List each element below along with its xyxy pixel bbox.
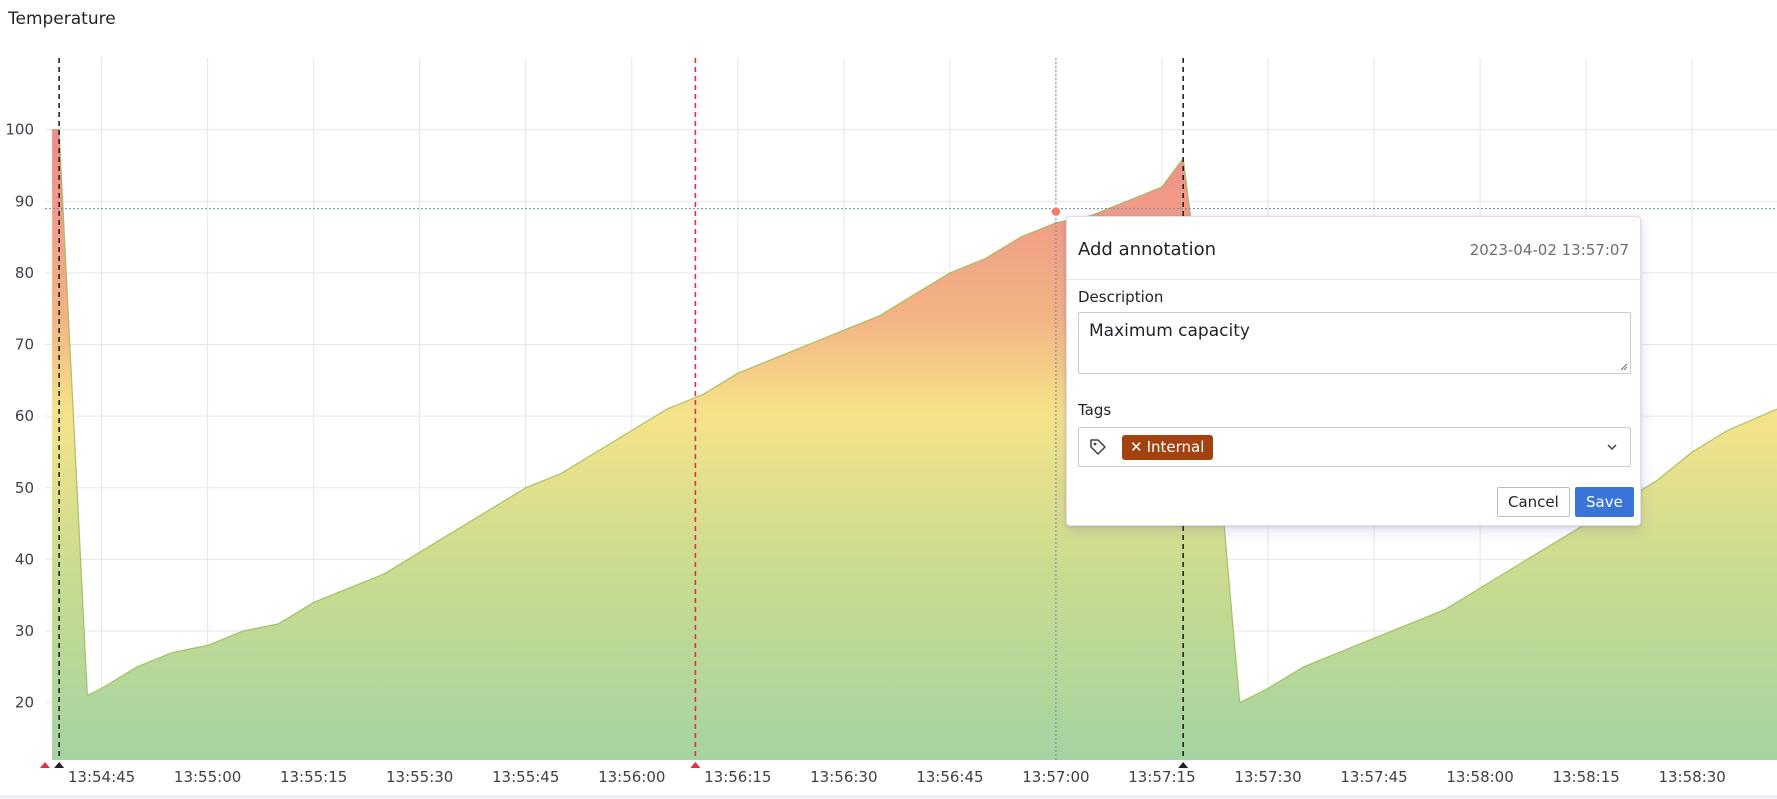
tags-select[interactable]: ✕ Internal bbox=[1078, 427, 1631, 467]
annotation-marker bbox=[54, 762, 65, 768]
cancel-button[interactable]: Cancel bbox=[1497, 487, 1570, 517]
y-tick-label: 30 bbox=[15, 622, 34, 640]
y-tick-label: 70 bbox=[15, 336, 34, 354]
x-tick-label: 13:57:00 bbox=[1022, 768, 1089, 786]
y-tick-label: 60 bbox=[15, 407, 34, 425]
tags-label: Tags bbox=[1078, 401, 1112, 419]
crosshair-point bbox=[1050, 205, 1062, 218]
description-label: Description bbox=[1078, 288, 1164, 306]
x-tick-label: 13:58:00 bbox=[1446, 768, 1513, 786]
remove-tag-icon[interactable]: ✕ bbox=[1130, 435, 1143, 460]
x-tick-label: 13:57:15 bbox=[1128, 768, 1195, 786]
description-input[interactable]: Maximum capacity bbox=[1078, 312, 1631, 374]
tag-chip-internal[interactable]: ✕ Internal bbox=[1122, 435, 1214, 460]
x-tick-label: 13:56:45 bbox=[916, 768, 983, 786]
y-tick-label: 90 bbox=[15, 192, 34, 210]
x-tick-label: 13:54:45 bbox=[68, 768, 135, 786]
resize-handle-icon[interactable] bbox=[1620, 363, 1628, 371]
x-tick-label: 13:55:45 bbox=[492, 768, 559, 786]
x-tick-label: 13:57:45 bbox=[1340, 768, 1407, 786]
x-tick-label: 13:58:30 bbox=[1658, 768, 1725, 786]
y-tick-label: 40 bbox=[15, 550, 34, 568]
y-tick-label: 20 bbox=[15, 694, 34, 712]
y-tick-label: 50 bbox=[15, 479, 34, 497]
y-tick-label: 80 bbox=[15, 264, 34, 282]
add-annotation-popover: Add annotation 2023-04-02 13:57:07 Descr… bbox=[1066, 216, 1641, 526]
tag-icon bbox=[1090, 439, 1106, 455]
x-tick-label: 13:55:30 bbox=[386, 768, 453, 786]
x-tick-label: 13:58:15 bbox=[1552, 768, 1619, 786]
region-marker bbox=[40, 762, 50, 768]
popover-header: Add annotation 2023-04-02 13:57:07 bbox=[1067, 217, 1640, 280]
x-tick-label: 13:55:15 bbox=[280, 768, 347, 786]
x-tick-label: 13:57:30 bbox=[1234, 768, 1301, 786]
x-tick-label: 13:55:00 bbox=[174, 768, 241, 786]
y-tick-label: 100 bbox=[5, 121, 34, 139]
x-tick-label: 13:56:15 bbox=[704, 768, 771, 786]
x-tick-label: 13:56:30 bbox=[810, 768, 877, 786]
x-tick-label: 13:56:00 bbox=[598, 768, 665, 786]
save-button[interactable]: Save bbox=[1575, 487, 1634, 517]
tag-chip-label: Internal bbox=[1146, 438, 1205, 456]
chevron-down-icon[interactable] bbox=[1606, 441, 1618, 453]
panel-divider bbox=[0, 795, 1777, 799]
annotation-marker bbox=[690, 762, 701, 768]
annotation-timestamp: 2023-04-02 13:57:07 bbox=[1469, 241, 1629, 259]
popover-title: Add annotation bbox=[1078, 239, 1216, 260]
